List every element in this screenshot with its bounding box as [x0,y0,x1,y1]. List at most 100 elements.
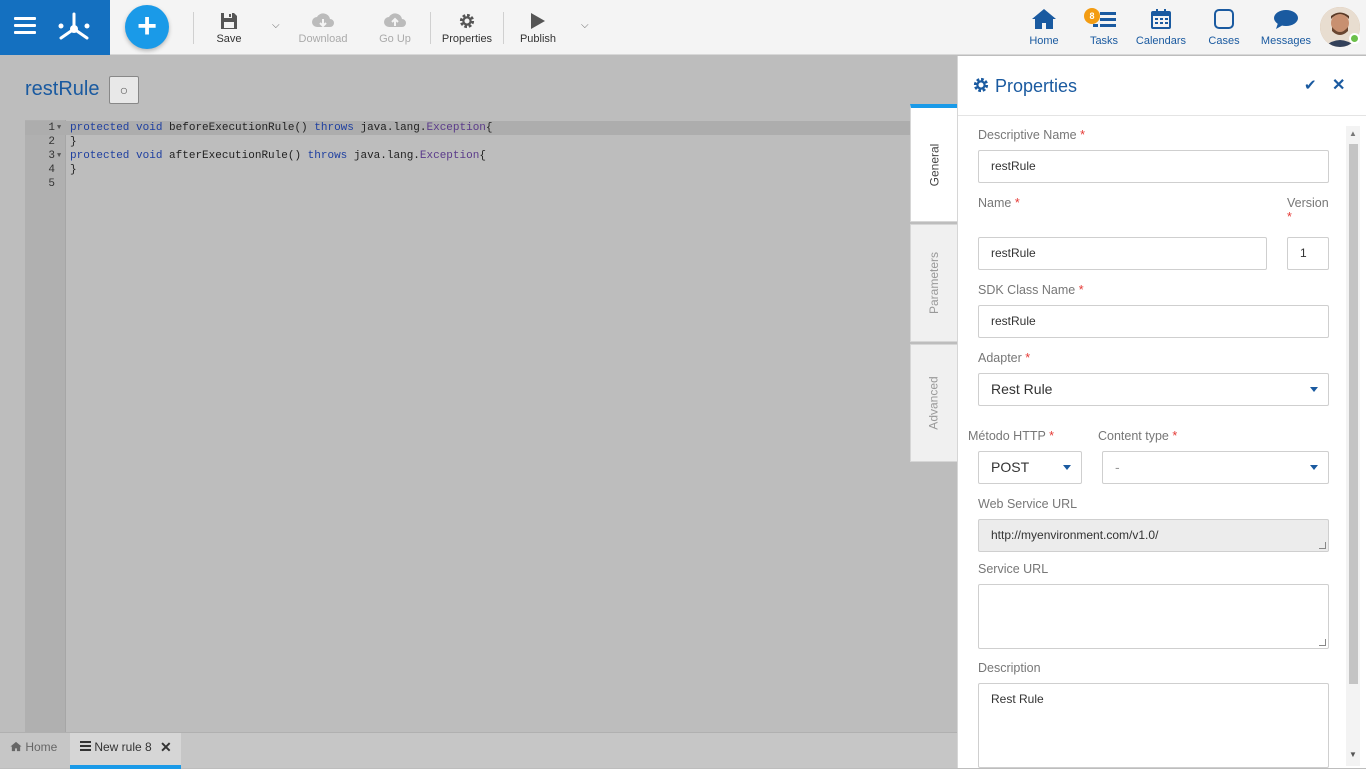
tab-parameters[interactable]: Parameters [910,224,957,342]
fold-arrow-icon[interactable]: ▼ [57,149,61,163]
bottom-tab-home-label: Home [25,740,58,754]
code-line[interactable]: 5 [25,177,910,191]
floppy-disk-icon [221,13,237,29]
properties-button[interactable]: Properties [432,8,502,45]
name-label: Name * [978,196,1020,210]
nav-cases[interactable]: Cases [1192,6,1256,47]
dropdown-arrow-icon [1063,465,1071,470]
scrollbar-thumb[interactable] [1349,144,1358,684]
scroll-down-arrow-icon[interactable]: ▼ [1349,750,1357,759]
tab-general-label: General [926,143,941,186]
close-tab-icon[interactable]: ✕ [160,733,172,761]
bottom-tab-home[interactable]: Home [0,733,68,769]
nav-home[interactable]: Home [1012,6,1076,47]
online-status-indicator [1349,33,1360,44]
dropdown-arrow-icon [1310,465,1318,470]
code-line[interactable]: 1 ▼ protected void beforeExecutionRule() t… [25,121,910,135]
bottom-tab-bar: Home New rule 8 ✕ [0,732,957,769]
publish-button[interactable]: Publish [503,8,573,45]
web-service-url-field[interactable]: http://myenvironment.com/v1.0/ [978,519,1329,552]
descriptive-name-field[interactable]: restRule [978,150,1329,183]
tab-advanced[interactable]: Advanced [910,344,957,462]
go-up-button[interactable]: Go Up [360,8,430,45]
properties-label: Properties [441,33,493,45]
tasks-count-badge: 8 [1084,8,1100,24]
cloud-upload-icon [384,13,406,27]
nav-calendars[interactable]: Calendars [1129,6,1193,47]
adapter-label: Adapter * [978,351,1031,365]
sdk-class-name-field[interactable]: restRule [978,305,1329,338]
dropdown-arrow-icon [1310,387,1318,392]
hamburger-menu-icon[interactable] [14,17,36,35]
version-field[interactable]: 1 [1287,237,1329,270]
chat-bubble-icon [1274,10,1298,29]
publish-label: Publish [519,33,557,45]
panel-scrollbar[interactable]: ▲ ▼ [1346,126,1360,766]
gear-icon [973,77,989,93]
save-dropdown-chevron-icon[interactable]: ⌵ [272,20,280,31]
line-number: 2 [48,136,55,148]
line-number: 5 [48,178,55,190]
nav-messages[interactable]: Messages [1254,6,1318,47]
top-toolbar: + Save ⌵ Download Go Up Properties Publi… [0,0,1366,55]
title-options-button[interactable]: ○ [109,76,139,104]
code-text: } [70,164,77,176]
nav-tasks-label: Tasks [1089,35,1119,47]
cases-icon [1214,9,1234,29]
download-button[interactable]: Download [288,8,358,45]
nav-messages-label: Messages [1260,35,1312,47]
add-new-button[interactable]: + [125,5,169,49]
panel-title: Properties [995,76,1078,96]
go-up-label: Go Up [379,33,411,45]
line-number: 4 [48,164,55,176]
tab-general[interactable]: General [910,104,957,222]
panel-header: Properties ✔ ✕ [958,56,1366,116]
play-icon [531,13,545,29]
code-line[interactable]: 2} [25,135,910,149]
fold-arrow-icon[interactable]: ▼ [57,121,61,135]
line-number: 3 [48,150,55,162]
adapter-select[interactable]: Rest Rule [978,373,1329,406]
cloud-download-icon [312,13,334,28]
descriptive-name-label: Descriptive Name * [978,128,1085,142]
save-button[interactable]: Save [194,8,264,45]
code-text: protected void afterExecutionRule() thro… [70,150,486,162]
download-label: Download [298,33,348,45]
service-url-textarea[interactable] [978,584,1329,649]
content-type-select[interactable]: - [1102,451,1329,484]
confirm-check-icon[interactable]: ✔ [1304,76,1317,94]
app-logo-icon[interactable] [55,8,93,46]
code-editor[interactable]: 1 ▼ protected void beforeExecutionRule() t… [25,120,910,732]
page-title: restRule [25,78,100,100]
tab-advanced-label: Advanced [927,376,941,430]
app-menu-block [0,0,110,55]
code-line[interactable]: 3 ▼ protected void afterExecutionRule() th… [25,149,910,163]
nav-tasks[interactable]: Tasks [1072,6,1136,47]
gear-icon [459,13,475,29]
nav-cases-label: Cases [1208,35,1240,47]
code-text: protected void beforeExecutionRule() thr… [70,122,493,134]
nav-calendars-label: Calendars [1135,35,1187,47]
code-line[interactable]: 4} [25,163,910,177]
properties-panel: Properties ✔ ✕ Descriptive Name * restRu… [957,56,1366,768]
http-method-select[interactable]: POST [978,451,1082,484]
line-number-gutter [25,120,66,732]
content-type-label: Content type * [1098,429,1178,443]
version-label: Version * [1287,196,1329,224]
save-label: Save [216,33,242,45]
bottom-tab-rule-label: New rule 8 [94,740,152,754]
description-textarea[interactable]: Rest Rule [978,683,1329,768]
web-service-url-label: Web Service URL [978,497,1078,511]
publish-dropdown-chevron-icon[interactable]: ⌵ [581,20,589,31]
sdk-class-name-label: SDK Class Name * [978,283,1084,297]
scroll-up-arrow-icon[interactable]: ▲ [1349,129,1357,138]
service-url-label: Service URL [978,562,1049,576]
toolbar-divider [430,12,431,44]
line-number: 1 [48,122,55,134]
tab-parameters-label: Parameters [927,251,941,315]
nav-home-label: Home [1029,35,1059,47]
code-text: } [70,136,77,148]
home-icon [10,741,22,752]
name-field[interactable]: restRule [978,237,1267,270]
close-icon[interactable]: ✕ [1332,75,1345,95]
